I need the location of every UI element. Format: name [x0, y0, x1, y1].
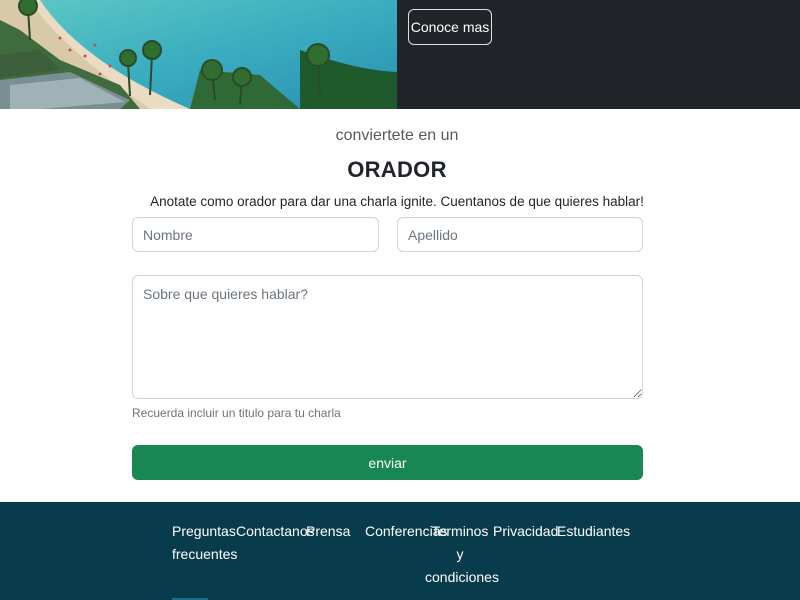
first-name-input[interactable] — [132, 217, 379, 252]
topic-textarea[interactable] — [132, 275, 643, 399]
learn-more-button[interactable]: Conoce mas — [408, 9, 492, 45]
topic-hint: Recuerda incluir un titulo para tu charl… — [132, 406, 341, 420]
footer-link-press[interactable]: Prensa — [306, 520, 350, 543]
footer-link-students[interactable]: Estudiantes — [557, 520, 630, 543]
section-lead-text: Anotate como orador para dar una charla … — [150, 194, 644, 209]
submit-button[interactable]: enviar — [132, 445, 643, 480]
footer: Preguntas frecuentes Contactanos Prensa … — [0, 502, 800, 600]
footer-link-terms-line1: Terminos — [431, 523, 489, 539]
footer-link-terms-line3: condiciones — [425, 569, 499, 585]
footer-link-faq[interactable]: Preguntas frecuentes — [172, 520, 237, 566]
hero-banner: Conoce mas — [0, 0, 800, 109]
section-title: ORADOR — [347, 157, 447, 182]
footer-link-contact[interactable]: Contactanos — [236, 520, 315, 543]
section-subtitle: conviertete en un — [335, 127, 459, 144]
footer-link-terms-line2: y — [456, 546, 464, 562]
footer-link-terms[interactable]: Terminos y condiciones — [425, 520, 499, 589]
last-name-input[interactable] — [397, 217, 643, 252]
hero-beach-image — [0, 0, 397, 109]
footer-link-privacy[interactable]: Privacidad — [493, 520, 558, 543]
beach-photo — [0, 0, 397, 109]
footer-link-faq-line2: frecuentes — [172, 546, 238, 562]
footer-link-faq-line1: Preguntas — [172, 523, 236, 539]
hero-dark-panel: Conoce mas — [397, 0, 800, 109]
